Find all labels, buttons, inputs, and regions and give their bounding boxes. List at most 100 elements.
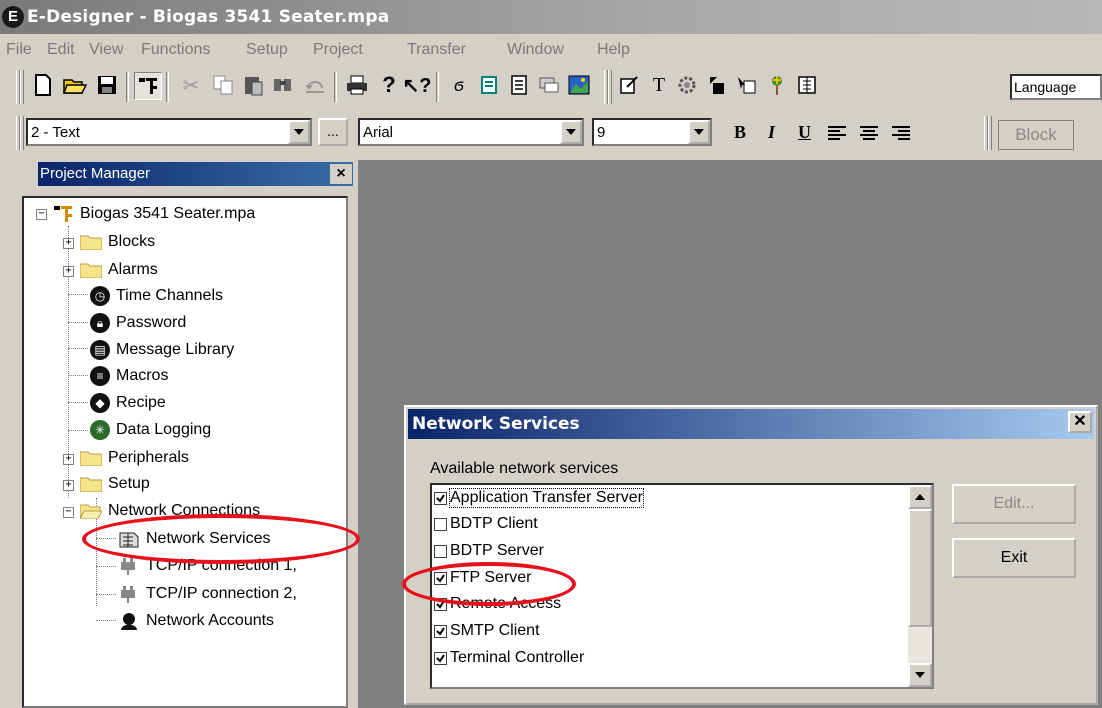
close-icon[interactable]: × [330,164,352,184]
scroll-down-icon[interactable] [908,663,932,687]
font-size-combo[interactable]: 9 [592,118,712,146]
find-icon[interactable] [270,72,296,98]
toolbar-grip[interactable] [988,116,992,150]
bold-button[interactable]: B [734,122,746,143]
font-combo[interactable]: Arial [358,118,584,146]
tree-item-data-logging[interactable]: ✳ Data Logging [90,418,211,442]
macro-icon: ≡ [90,366,110,386]
service-item[interactable]: Application Transfer Server [434,485,644,511]
context-help-icon[interactable]: ↖? [403,72,432,98]
service-item[interactable]: BDTP Client [434,511,538,537]
undo-icon[interactable] [302,72,328,98]
service-label: BDTP Server [450,542,544,559]
pointer-object-icon[interactable] [734,72,760,98]
tree-item-message-library[interactable]: ▤ Message Library [90,338,234,362]
tree-item-network-accounts[interactable]: Network Accounts [118,609,274,633]
text-object-icon[interactable]: T [646,72,672,98]
copy-icon[interactable] [210,72,236,98]
menu-setup[interactable]: Setup [246,41,288,59]
tree-item-peripherals[interactable]: Peripherals [80,446,189,470]
italic-button[interactable]: I [768,122,775,143]
expand-icon[interactable]: + [63,454,74,465]
edit-object-icon[interactable] [616,72,642,98]
checkbox[interactable] [434,624,447,638]
scroll-up-icon[interactable] [908,485,932,509]
tree-item-root[interactable]: Biogas 3541 Seater.mpa [52,202,255,226]
align-right-icon[interactable] [888,120,914,146]
graphics-icon[interactable] [476,72,502,98]
tree-item-recipe[interactable]: ◆ Recipe [90,391,166,415]
service-item[interactable]: SMTP Client [434,618,540,644]
service-item[interactable]: BDTP Server [434,538,544,564]
menu-functions[interactable]: Functions [141,41,210,59]
menu-transfer[interactable]: Transfer [407,41,466,59]
block-button[interactable]: Block [998,120,1074,150]
expand-icon[interactable]: + [63,266,74,277]
tree-item-macros[interactable]: ≡ Macros [90,364,168,388]
folder-icon [80,451,102,466]
dropdown-arrow-icon[interactable] [560,120,582,144]
new-file-icon[interactable] [30,72,56,98]
object-type-combo[interactable]: 2 - Text [26,118,312,146]
expand-icon[interactable]: + [63,480,74,491]
dropdown-arrow-icon[interactable] [688,120,710,144]
picture-icon[interactable] [566,72,592,98]
underline-button[interactable]: U [798,122,811,143]
tree-item-label: Password [116,314,187,331]
language-combo[interactable]: Language [1010,74,1102,100]
gear-icon[interactable] [674,72,700,98]
wizard-icon[interactable] [764,72,790,98]
menu-file[interactable]: File [6,41,32,59]
tree-line [96,620,116,621]
move-object-icon[interactable] [704,72,730,98]
menu-edit[interactable]: Edit [47,41,75,59]
tree-item-tcpip-2[interactable]: TCP/IP connection 2, [118,582,297,606]
save-icon[interactable] [94,72,120,98]
list-icon[interactable] [506,72,532,98]
menu-help[interactable]: Help [597,41,630,59]
cut-icon[interactable]: ✂ [178,72,204,98]
align-left-icon[interactable] [824,120,850,146]
service-label: BDTP Client [450,515,538,532]
tree-item-setup[interactable]: Setup [80,472,150,496]
open-folder-icon[interactable] [62,72,88,98]
tree-item-blocks[interactable]: Blocks [80,230,155,254]
window-icon[interactable] [536,72,562,98]
checkbox[interactable] [434,491,447,505]
exit-button[interactable]: Exit [952,538,1076,578]
app-icon[interactable]: E [2,6,24,28]
collapse-icon[interactable]: − [63,507,74,518]
toolbar-grip[interactable] [20,70,24,104]
toolbar-grip[interactable] [20,116,24,150]
tree-item-alarms[interactable]: Alarms [80,258,158,282]
project-manager-icon[interactable] [134,72,162,100]
language-icon[interactable] [794,72,820,98]
checkbox[interactable] [434,651,447,665]
service-item[interactable]: Terminal Controller [434,645,584,671]
project-tree: − Biogas 3541 Seater.mpa + Blocks + Alar… [22,196,348,708]
menu-project[interactable]: Project [313,41,363,59]
browse-button[interactable]: ... [318,118,348,146]
menu-window[interactable]: Window [507,41,564,59]
tree-item-time-channels[interactable]: ◷ Time Channels [90,284,223,308]
menu-view[interactable]: View [89,41,123,59]
print-icon[interactable] [344,72,370,98]
vertical-scrollbar[interactable] [908,485,932,687]
help-icon[interactable]: ? [376,72,402,98]
project-manager-title: Project Manager [38,162,353,186]
toolbar-grip[interactable] [608,70,612,104]
edit-button[interactable]: Edit... [952,484,1076,524]
text-tool-icon[interactable]: ϭ [446,72,472,98]
paste-icon[interactable] [240,72,266,98]
align-center-icon[interactable] [856,120,882,146]
checkbox[interactable] [434,544,447,558]
collapse-icon[interactable]: − [36,209,47,220]
dropdown-arrow-icon[interactable] [288,120,310,144]
checkbox[interactable] [434,517,447,531]
tree-item-label: Peripherals [108,449,189,466]
close-icon[interactable]: ✕ [1068,411,1092,433]
tree-line [68,402,88,403]
expand-icon[interactable]: + [63,238,74,249]
tree-item-password[interactable]: 🔒︎ Password [90,311,186,335]
scroll-thumb[interactable] [908,509,932,627]
